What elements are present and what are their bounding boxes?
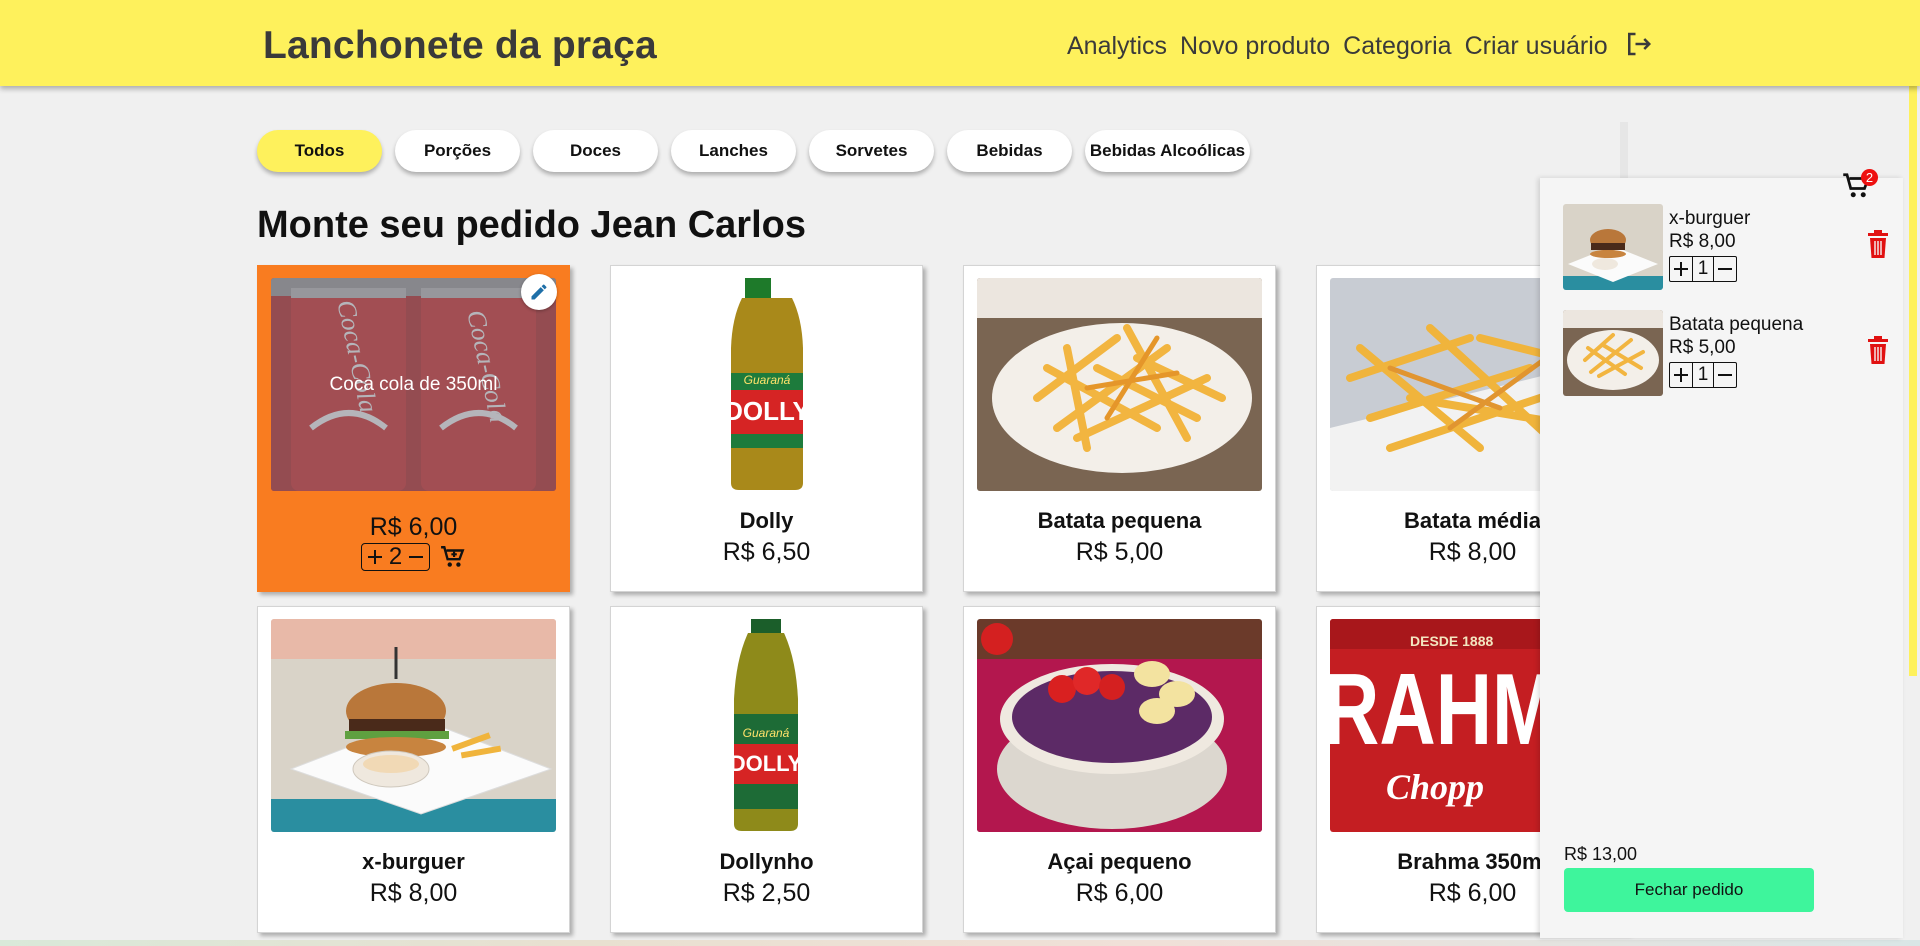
cart-panel: x-burguer R$ 8,00 1 Batata pequena R$ 5,… (1540, 178, 1903, 938)
logout-icon[interactable] (1623, 29, 1653, 59)
category-lanches[interactable]: Lanches (671, 130, 796, 172)
cart-decrease-button[interactable] (1714, 363, 1736, 387)
quantity-stepper: 2 (360, 543, 431, 571)
plus-icon (1674, 262, 1688, 276)
category-bebidas-alcoolicas[interactable]: Bebidas Alcoólicas (1085, 130, 1250, 172)
svg-text:Guaraná: Guaraná (743, 726, 790, 740)
cart-button[interactable]: 2 (1842, 169, 1878, 205)
cart-quantity-stepper: 1 (1669, 256, 1737, 282)
nav-criar-usuario[interactable]: Criar usuário (1465, 32, 1608, 61)
product-card[interactable]: Batata pequena R$ 5,00 (963, 265, 1276, 592)
product-price: R$ 8,00 (369, 879, 458, 907)
product-price: R$ 6,50 (722, 538, 811, 566)
plus-icon (1674, 368, 1688, 382)
product-price: R$ 5,00 (1075, 538, 1164, 566)
category-porcoes[interactable]: Porções (395, 130, 520, 172)
product-name: Batata pequena (1037, 508, 1202, 533)
cart-item: Batata pequena R$ 5,00 1 (1563, 310, 1888, 400)
pencil-icon (531, 284, 547, 300)
product-image: DOLLY Guaraná (624, 619, 909, 832)
cart-decrease-button[interactable] (1714, 257, 1736, 281)
category-sorvetes[interactable]: Sorvetes (809, 130, 934, 172)
category-todos[interactable]: Todos (257, 130, 382, 172)
product-card[interactable]: Coca-Cola Coca-Cola Coca cola de 350ml R… (257, 265, 570, 592)
product-grid: Coca-Cola Coca-Cola Coca cola de 350ml R… (257, 265, 1629, 933)
svg-text:DOLLY: DOLLY (724, 396, 810, 426)
cart-total: R$ 13,00 (1564, 844, 1638, 864)
cart-increase-button[interactable] (1670, 257, 1692, 281)
trash-icon[interactable] (1867, 335, 1889, 365)
category-doces[interactable]: Doces (533, 130, 658, 172)
add-to-cart-icon[interactable] (440, 544, 466, 570)
svg-text:Guaraná: Guaraná (744, 373, 791, 387)
product-image: DOLLY Guaraná (624, 278, 909, 491)
cart-item-name: x-burguer (1669, 208, 1751, 229)
product-card[interactable]: x-burguer R$ 8,00 (257, 606, 570, 933)
nav-categoria[interactable]: Categoria (1343, 32, 1451, 61)
minus-icon (409, 556, 424, 558)
quantity-value: 2 (388, 543, 403, 570)
minus-icon (1718, 268, 1732, 270)
product-name: x-burguer (362, 849, 465, 874)
top-header: Lanchonete da praça Analytics Novo produ… (0, 0, 1920, 86)
edit-product-button[interactable] (521, 274, 557, 310)
page-scrollbar[interactable] (1906, 86, 1920, 946)
product-image (271, 619, 556, 832)
cart-increase-button[interactable] (1670, 363, 1692, 387)
minus-icon (1718, 374, 1732, 376)
product-price: R$ 6,00 (1075, 879, 1164, 907)
product-quantity-row: 2 (258, 543, 569, 571)
nav-analytics[interactable]: Analytics (1067, 32, 1167, 61)
product-card[interactable]: DOLLY Guaraná Dollynho R$ 2,50 (610, 606, 923, 933)
svg-text:Chopp: Chopp (1386, 767, 1484, 807)
cart-item: x-burguer R$ 8,00 1 (1563, 204, 1888, 294)
svg-text:DOLLY: DOLLY (730, 751, 803, 776)
increase-button[interactable] (365, 547, 385, 567)
trash-icon[interactable] (1867, 229, 1889, 259)
cart-quantity-stepper: 1 (1669, 362, 1737, 388)
category-filters: Todos Porções Doces Lanches Sorvetes Beb… (257, 130, 1250, 172)
product-overlay: Coca cola de 350ml (271, 278, 556, 491)
brand-title: Lanchonete da praça (263, 24, 657, 67)
cart-item-image (1563, 204, 1663, 290)
product-name: Dolly (739, 508, 794, 533)
product-image (977, 619, 1262, 832)
decrease-button[interactable] (406, 547, 426, 567)
nav-novo-produto[interactable]: Novo produto (1180, 32, 1330, 61)
product-image (977, 278, 1262, 491)
product-name: Açai pequeno (1047, 849, 1192, 874)
product-name: Dollynho (719, 849, 814, 874)
plus-icon (367, 550, 382, 564)
cart-quantity-value: 1 (1692, 363, 1714, 387)
cart-item-price: R$ 8,00 (1669, 231, 1736, 252)
product-image: Coca-Cola Coca-Cola Coca cola de 350ml (271, 278, 556, 491)
category-bebidas[interactable]: Bebidas (947, 130, 1072, 172)
page-title: Monte seu pedido Jean Carlos (257, 204, 806, 246)
top-nav: Analytics Novo produto Categoria Criar u… (1067, 32, 1653, 61)
product-price: R$ 2,50 (722, 879, 811, 907)
product-description: Coca cola de 350ml (329, 373, 498, 395)
product-card[interactable]: Açai pequeno R$ 6,00 (963, 606, 1276, 933)
svg-text:DESDE 1888: DESDE 1888 (1410, 633, 1493, 649)
cart-item-price: R$ 5,00 (1669, 337, 1736, 358)
cart-count-badge: 2 (1861, 169, 1878, 186)
cart-item-name: Batata pequena (1669, 314, 1804, 335)
checkout-button[interactable]: Fechar pedido (1564, 868, 1814, 912)
page-scrollbar-thumb[interactable] (1909, 86, 1917, 676)
product-price: R$ 6,00 (369, 513, 458, 541)
cart-quantity-value: 1 (1692, 257, 1714, 281)
cart-item-image (1563, 310, 1663, 396)
product-card[interactable]: DOLLY Guaraná Dolly R$ 6,50 (610, 265, 923, 592)
bottom-strip (0, 940, 1920, 946)
